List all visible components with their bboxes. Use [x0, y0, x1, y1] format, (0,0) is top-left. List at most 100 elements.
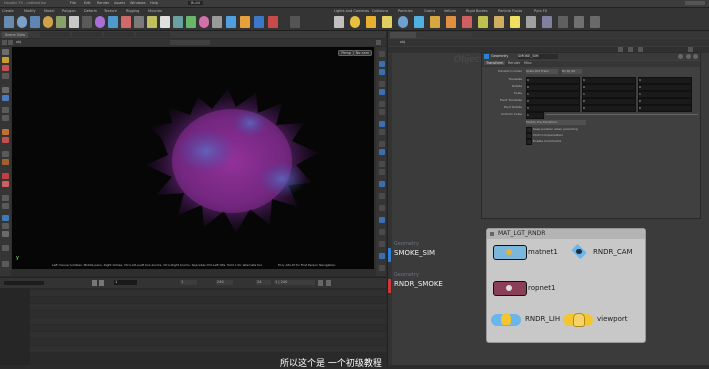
collapse-icon[interactable]: [490, 232, 494, 236]
view-tool-icon[interactable]: [2, 107, 9, 113]
menu-assets[interactable]: Assets: [114, 1, 125, 5]
tab-network[interactable]: [390, 32, 418, 38]
timeline-slider[interactable]: [4, 281, 44, 285]
vertex-display-icon[interactable]: [379, 129, 385, 135]
template-display-icon[interactable]: [379, 161, 385, 167]
play-forward-button[interactable]: [99, 280, 104, 286]
start-frame-field[interactable]: 1: [180, 280, 197, 285]
menu-edit[interactable]: Edit: [84, 1, 91, 5]
select-tool-icon[interactable]: [2, 49, 9, 55]
null-tool-icon[interactable]: [69, 16, 79, 28]
camera-link-icon[interactable]: [379, 229, 385, 235]
env-light-tool-icon[interactable]: [398, 16, 408, 28]
shelf-tab-rigging[interactable]: Rigging: [126, 9, 139, 13]
shelf-tab-particles[interactable]: Particles: [398, 9, 413, 13]
shelf-tab-texture[interactable]: Texture: [104, 9, 117, 13]
node-matnet1[interactable]: [493, 245, 527, 260]
shelf-tab-vellum[interactable]: Vellum: [444, 9, 456, 13]
menu-windows[interactable]: Windows: [130, 1, 146, 5]
channel-row[interactable]: [0, 332, 386, 338]
uniform-scale-slider[interactable]: [546, 114, 698, 115]
l-system-tool-icon[interactable]: [186, 16, 196, 28]
tab-material-palette[interactable]: [442, 32, 472, 38]
shelf-tab-grains[interactable]: Grains: [424, 9, 435, 13]
helix-tool-icon[interactable]: [268, 16, 278, 28]
area-light-tool-icon[interactable]: [382, 16, 392, 28]
snap-tool-icon[interactable]: [2, 129, 9, 135]
shelf-tab-polygon[interactable]: Polygon: [62, 9, 76, 13]
curve-tool-icon[interactable]: [108, 16, 118, 28]
sky-light-tool-icon[interactable]: [414, 16, 424, 28]
link-icon[interactable]: [376, 40, 381, 45]
node-viewport[interactable]: [563, 310, 593, 330]
info-icon[interactable]: [693, 54, 698, 59]
view-mode-button[interactable]: Persp: [338, 50, 354, 56]
object-merge-tool-icon[interactable]: [240, 16, 250, 28]
rotate-z-field[interactable]: 0: [638, 84, 692, 91]
add-tool-icon[interactable]: [290, 16, 300, 28]
sphere-tool-icon[interactable]: [17, 16, 27, 28]
pivot-rot-z-field[interactable]: 0: [638, 105, 692, 112]
box-tool-icon[interactable]: [4, 16, 14, 28]
line-tool-icon[interactable]: [82, 16, 92, 28]
range-field[interactable]: 1 | 240: [274, 280, 315, 285]
grid-display-icon[interactable]: [379, 169, 385, 175]
network-path[interactable]: obj: [400, 40, 405, 44]
frame-field[interactable]: 1: [114, 280, 137, 285]
tab-render-view[interactable]: [72, 32, 102, 37]
background-icon[interactable]: [379, 81, 385, 87]
translate-x-field[interactable]: 0: [526, 77, 580, 84]
channel-row[interactable]: [0, 290, 386, 296]
headlight-icon[interactable]: [379, 253, 385, 259]
forward-arrow-icon[interactable]: [8, 40, 13, 45]
gear-icon[interactable]: [678, 54, 683, 59]
pivot-y-field[interactable]: 0: [582, 98, 636, 105]
geometry-light-tool-icon[interactable]: [446, 16, 456, 28]
back-arrow-icon[interactable]: [2, 40, 7, 45]
checkbox[interactable]: [526, 139, 532, 145]
channel-row[interactable]: [0, 297, 386, 303]
guide-display-icon[interactable]: [379, 149, 385, 155]
paint-tool-icon[interactable]: [2, 173, 9, 179]
camera-menu-button[interactable]: No cam: [352, 50, 372, 56]
switcher-tool-icon[interactable]: [558, 16, 568, 28]
shelf-tab-collisions[interactable]: Collisions: [372, 9, 388, 13]
translate-y-field[interactable]: 0: [582, 77, 636, 84]
tab-animation-editor[interactable]: [40, 32, 70, 37]
portal-light-tool-icon[interactable]: [478, 16, 488, 28]
volume-light-tool-icon[interactable]: [462, 16, 472, 28]
checkbox-keep-position[interactable]: Keep position when parenting: [526, 127, 626, 133]
grid-tool-icon[interactable]: [56, 16, 66, 28]
tube-tool-icon[interactable]: [30, 16, 40, 28]
scale-tool-icon[interactable]: [2, 73, 9, 79]
metaball-tool-icon[interactable]: [199, 16, 209, 28]
pre-transform-dropdown[interactable]: Modify Pre-Transform: [526, 120, 586, 125]
shelf-tab-model[interactable]: Model: [44, 9, 55, 13]
desktop-selector[interactable]: Build: [188, 1, 203, 5]
node-rndr-cam[interactable]: [569, 243, 589, 260]
shade-view-icon[interactable]: [2, 231, 9, 237]
transform-order-dropdown[interactable]: Scale Rot Trans: [526, 69, 558, 74]
realtime-toggle-icon[interactable]: [318, 280, 323, 286]
help-icon[interactable]: [686, 54, 691, 59]
window-controls[interactable]: [685, 1, 705, 5]
pivot-rot-y-field[interactable]: 0: [582, 105, 636, 112]
snapshot-icon[interactable]: [379, 193, 385, 199]
light-mixer-tool-icon[interactable]: [590, 16, 600, 28]
tab-misc[interactable]: Misc: [522, 61, 534, 65]
pivot-z-field[interactable]: 0: [638, 98, 692, 105]
menu-file[interactable]: File: [70, 1, 76, 5]
camera-view-icon[interactable]: [2, 215, 9, 221]
normal-display-icon[interactable]: [379, 109, 385, 115]
checkbox-enable-constraints[interactable]: Enable Constraints: [526, 139, 626, 145]
checkbox-child-compensation[interactable]: Child Compensation: [526, 133, 626, 139]
shelf-tab-rigid-bodies[interactable]: Rigid Bodies: [466, 9, 488, 13]
uniform-scale-field[interactable]: 1: [526, 112, 544, 119]
vr-camera-tool-icon[interactable]: [542, 16, 552, 28]
geometry-tool-icon[interactable]: [226, 16, 236, 28]
scale-z-field[interactable]: 1: [638, 91, 692, 98]
move-tool-icon[interactable]: [2, 57, 9, 63]
play-backward-button[interactable]: [92, 280, 97, 286]
tab-tree-view[interactable]: [416, 32, 444, 38]
visualizer-icon[interactable]: [379, 181, 385, 187]
